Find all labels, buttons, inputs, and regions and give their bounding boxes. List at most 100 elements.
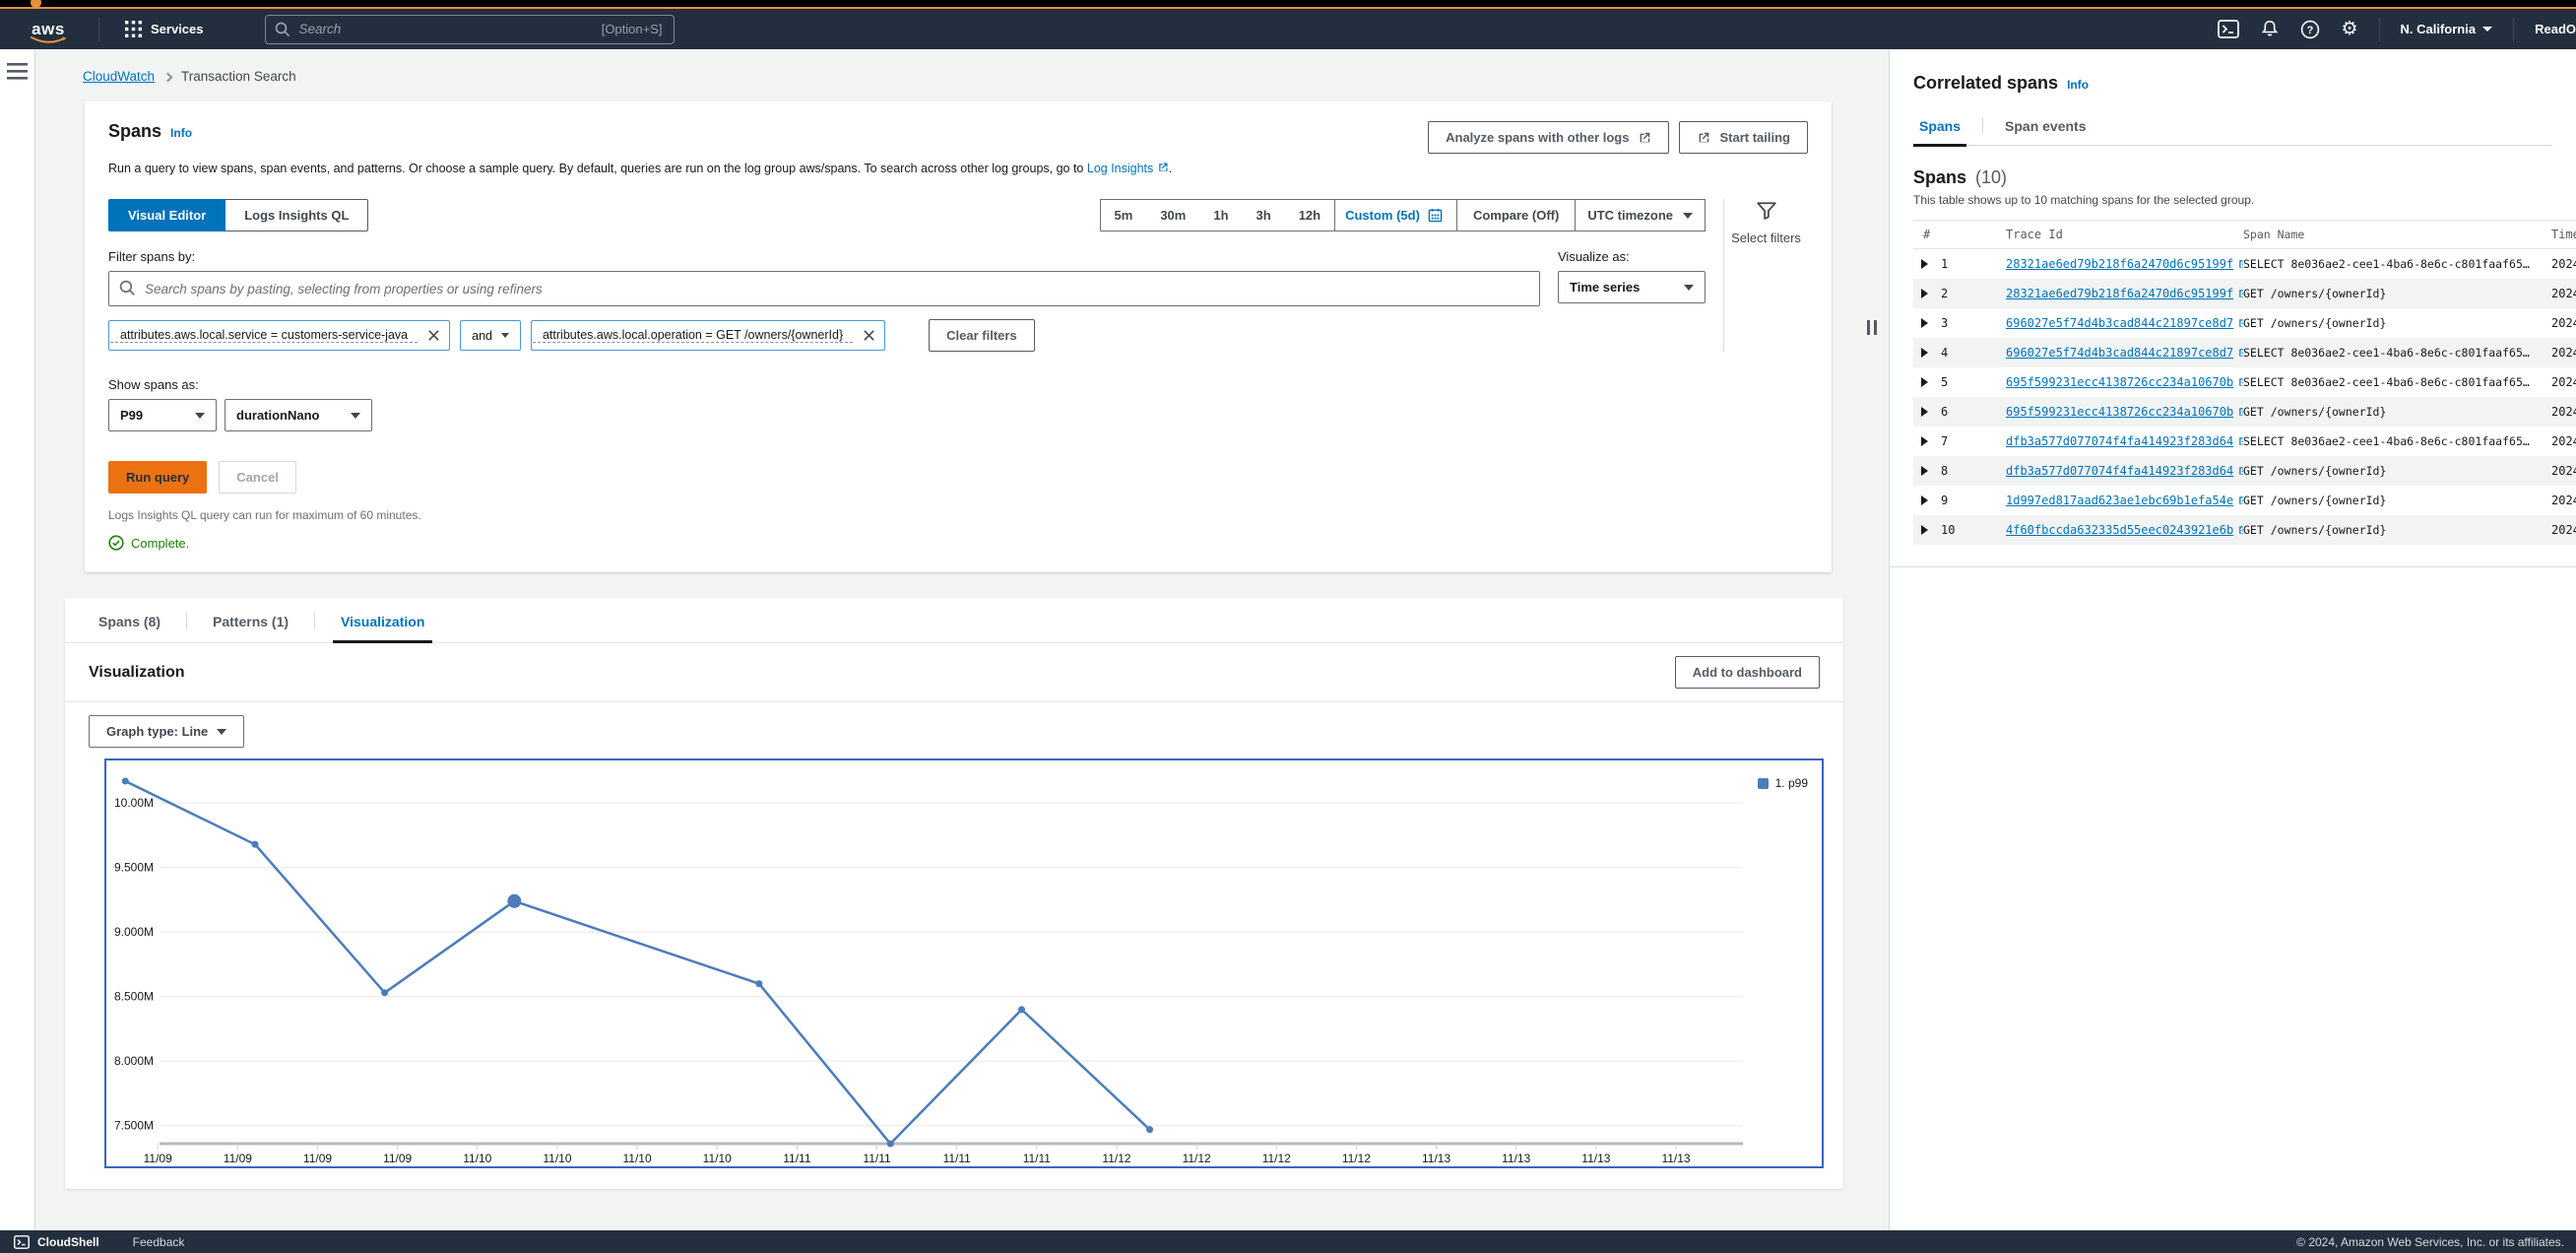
trace-id-link[interactable]: 1d997ed817aad623ae1ebc69b1efa54e [2006, 494, 2233, 507]
graph-type-button[interactable]: Graph type: Line [89, 715, 244, 748]
expand-row-icon[interactable] [1921, 348, 1928, 358]
cloudshell-link[interactable]: CloudShell [14, 1235, 99, 1249]
aws-logo[interactable]: aws [26, 20, 71, 39]
expand-row-icon[interactable] [1921, 466, 1928, 476]
filter-chip-service: attributes.aws.local.service = customers… [108, 320, 450, 351]
custom-range-button[interactable]: Custom (5d) [1335, 208, 1456, 223]
funnel-icon[interactable] [1756, 201, 1777, 221]
time-range-5m[interactable]: 5m [1101, 208, 1147, 223]
x-axis-tick-label: 11/10 [703, 1152, 732, 1165]
table-header: # Trace Id Span Name Time [1913, 220, 2576, 249]
settings-gear-icon[interactable]: ⚙ [2341, 20, 2357, 38]
tab-visual-editor[interactable]: Visual Editor [108, 199, 225, 231]
span-search-input[interactable] [108, 271, 1540, 306]
account-menu[interactable]: ReadO [2535, 22, 2576, 36]
correlated-tabs: Spans Span events [1913, 117, 2552, 146]
timezone-select[interactable]: UTC timezone [1576, 208, 1705, 223]
data-point[interactable] [1146, 1126, 1153, 1133]
show-spans-label: Show spans as: [108, 377, 1808, 392]
chart-legend[interactable]: 1. p99 [1758, 776, 1808, 790]
x-axis-tick-label: 11/10 [623, 1152, 652, 1165]
trace-id-link[interactable]: 695f599231ecc4138726cc234a10670b [2006, 405, 2233, 419]
tab-correlated-spans[interactable]: Spans [1913, 118, 1966, 145]
data-point[interactable] [887, 1141, 894, 1148]
time-range-12h[interactable]: 12h [1285, 208, 1334, 223]
expand-row-icon[interactable] [1921, 318, 1928, 328]
p99-duration-chart[interactable]: 10.00M9.500M9.000M8.500M8.000M7.500M11/0… [104, 758, 1824, 1168]
metric-select[interactable]: durationNano [225, 399, 372, 431]
add-to-dashboard-button[interactable]: Add to dashboard [1675, 656, 1820, 689]
data-point[interactable] [381, 989, 388, 996]
start-tailing-button[interactable]: Start tailing [1679, 121, 1808, 154]
trace-id-link[interactable]: dfb3a577d077074f4fa414923f283d64 [2006, 434, 2233, 448]
trace-id-link[interactable]: 28321ae6ed79b218f6a2470d6c95199f [2006, 287, 2233, 300]
expand-row-icon[interactable] [1921, 377, 1928, 387]
notifications-bell-icon[interactable] [2260, 20, 2280, 38]
row-number: 2 [1941, 287, 1948, 300]
clear-filters-button[interactable]: Clear filters [929, 319, 1035, 352]
data-point[interactable] [122, 777, 129, 784]
span-name-cell: SELECT 8e036ae2-cee1-4ba6-8e6c-c801faaf6… [2243, 375, 2551, 389]
analyze-spans-button[interactable]: Analyze spans with other logs [1428, 121, 1669, 154]
run-query-button[interactable]: Run query [108, 461, 207, 494]
trace-id-link[interactable]: 696027e5f74d4b3cad844c21897ce8d7 [2006, 346, 2233, 360]
expand-row-icon[interactable] [1921, 436, 1928, 446]
tab-span-events[interactable]: Span events [1999, 118, 2092, 145]
filter-chip-operation: attributes.aws.local.operation = GET /ow… [531, 320, 885, 351]
trace-id-link[interactable]: 695f599231ecc4138726cc234a10670b [2006, 375, 2233, 389]
filter-spans-label: Filter spans by: [108, 249, 1540, 264]
log-insights-link[interactable]: Log Insights [1087, 162, 1153, 175]
tab-patterns[interactable]: Patterns (1) [205, 614, 296, 642]
copyright-text: © 2024, Amazon Web Services, Inc. or its… [2296, 1235, 2564, 1249]
col-trace-id: Trace Id [2006, 228, 2243, 241]
x-axis-tick-label: 11/09 [144, 1152, 172, 1165]
select-filters-label[interactable]: Select filters [1731, 231, 1801, 246]
region-selector[interactable]: N. California [2401, 22, 2493, 36]
trace-id-link[interactable]: dfb3a577d077074f4fa414923f283d64 [2006, 464, 2233, 478]
correlated-info-link[interactable]: Info [2067, 78, 2089, 92]
time-range-1h[interactable]: 1h [1199, 208, 1242, 223]
expand-row-icon[interactable] [1921, 495, 1928, 505]
filter-operator-select[interactable]: and [460, 320, 521, 351]
time-range-30m[interactable]: 30m [1146, 208, 1199, 223]
remove-filter-button[interactable] [854, 321, 884, 350]
compare-button[interactable]: Compare (Off) [1457, 208, 1575, 223]
panel-resize-handle[interactable] [1867, 320, 1877, 335]
line-chart-canvas: 10.00M9.500M9.000M8.500M8.000M7.500M11/0… [106, 760, 1822, 1166]
trace-id-link[interactable]: 696027e5f74d4b3cad844c21897ce8d7 [2006, 316, 2233, 330]
table-row: 8dfb3a577d077074f4fa414923f283d64GET /ow… [1913, 456, 2576, 486]
expand-row-icon[interactable] [1921, 407, 1928, 417]
cancel-button[interactable]: Cancel [219, 461, 296, 494]
time-range-3h[interactable]: 3h [1243, 208, 1285, 223]
trace-id-link[interactable]: 4f60fbccda632335d55eec0243921e6b [2006, 523, 2233, 537]
remove-filter-button[interactable] [419, 321, 449, 350]
hamburger-menu-icon[interactable] [7, 63, 28, 80]
spans-info-link[interactable]: Info [170, 126, 192, 140]
data-point[interactable] [251, 841, 258, 848]
tab-visualization[interactable]: Visualization [333, 614, 432, 642]
tab-spans[interactable]: Spans (8) [91, 614, 168, 642]
data-point[interactable] [1018, 1006, 1025, 1013]
breadcrumb-cloudwatch-link[interactable]: CloudWatch [83, 69, 155, 84]
chevron-down-icon [1684, 285, 1694, 291]
query-status: Complete. [108, 535, 1808, 551]
cloudshell-icon[interactable] [2218, 20, 2239, 38]
select-filters-rail: Select filters [1723, 199, 1808, 352]
percentile-select[interactable]: P99 [108, 399, 217, 431]
visualize-as-select[interactable]: Time series [1558, 271, 1706, 303]
tab-logs-insights-ql[interactable]: Logs Insights QL [225, 199, 368, 231]
data-point[interactable] [755, 980, 762, 987]
filter-chip-text[interactable]: attributes.aws.local.service = customers… [110, 328, 418, 343]
x-axis-tick-label: 11/11 [783, 1152, 811, 1165]
selected-data-point[interactable] [507, 894, 521, 908]
expand-row-icon[interactable] [1921, 289, 1928, 298]
services-menu[interactable]: Services [125, 21, 204, 37]
trace-id-link[interactable]: 28321ae6ed79b218f6a2470d6c95199f [2006, 257, 2233, 271]
expand-row-icon[interactable] [1921, 259, 1928, 269]
panel-description: Run a query to view spans, span events, … [108, 162, 1808, 175]
help-icon[interactable]: ? [2300, 20, 2320, 39]
expand-row-icon[interactable] [1921, 525, 1928, 535]
filter-chip-text[interactable]: attributes.aws.local.operation = GET /ow… [533, 328, 853, 343]
span-name-cell: SELECT 8e036ae2-cee1-4ba6-8e6c-c801faaf6… [2243, 346, 2551, 360]
feedback-link[interactable]: Feedback [133, 1235, 185, 1249]
